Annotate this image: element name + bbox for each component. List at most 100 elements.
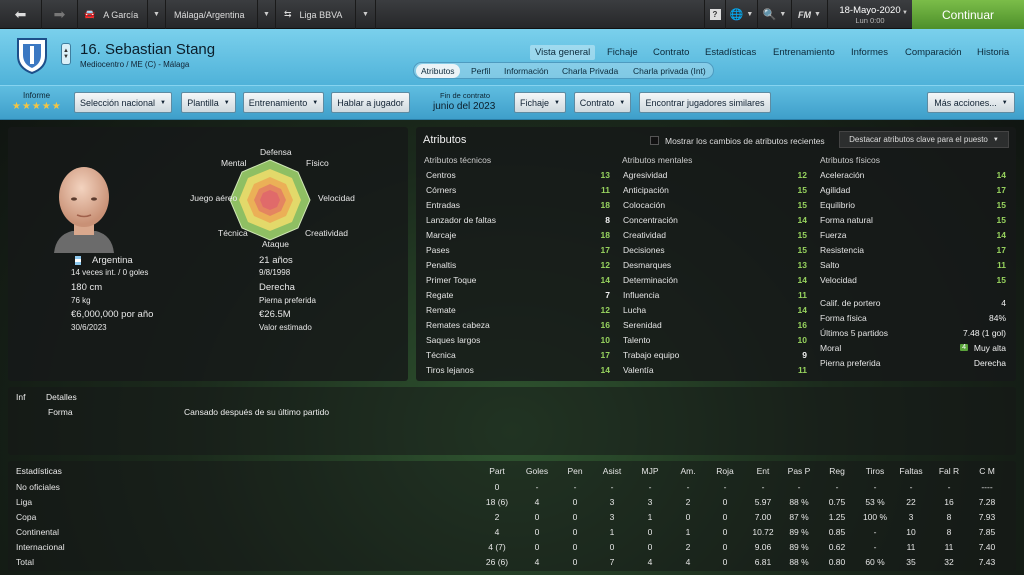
stats-header[interactable]: Tiros [855,466,895,476]
subtab-perfil[interactable]: Perfil [466,64,495,78]
stats-header[interactable]: Fal R [929,466,969,476]
tab-estadisticas[interactable]: Estadísticas [705,47,756,58]
stats-header[interactable]: C M [967,466,1007,476]
show-changes-checkbox[interactable] [650,136,659,145]
attribute-row[interactable]: Concentración 14 [623,212,807,227]
subtab-informacion[interactable]: Información [499,64,553,78]
stats-header[interactable]: Asist [592,466,632,476]
stats-header[interactable]: Pen [555,466,595,476]
tab-informes[interactable]: Informes [851,47,888,58]
attribute-row[interactable]: Influencia 11 [623,287,807,302]
attribute-row[interactable]: Agresividad 12 [623,167,807,182]
club-dropdown[interactable]: ▼ [258,0,276,29]
stats-header[interactable]: Roja [705,466,745,476]
attribute-row[interactable]: Creatividad 15 [623,227,807,242]
stats-header[interactable]: Part [477,466,517,476]
attribute-row[interactable]: Entradas 18 [426,197,610,212]
attribute-row[interactable]: Saques largos 10 [426,332,610,347]
attribute-row[interactable]: Últimos 5 partidos 7.48 (1 gol) [820,325,1006,340]
attribute-row[interactable]: Resistencia 17 [820,242,1006,257]
stats-header[interactable]: Ent [743,466,783,476]
fichaje-button[interactable]: Fichaje ▼ [514,92,566,113]
attribute-row[interactable]: Determinación 14 [623,272,807,287]
attribute-row[interactable]: Valentía 11 [623,362,807,377]
attribute-name: Pases [426,244,450,255]
subtab-charla-privada-int[interactable]: Charla privada (Int) [628,64,711,78]
continue-button[interactable]: Continuar [912,0,1024,29]
hablar-jugador-button[interactable]: Hablar a jugador [331,92,410,113]
attribute-row[interactable]: Fuerza 14 [820,227,1006,242]
plantilla-button[interactable]: Plantilla ▼ [181,92,236,113]
attribute-row[interactable]: Forma natural 15 [820,212,1006,227]
subtab-charla-privada[interactable]: Charla Privada [557,64,623,78]
manager-dropdown[interactable]: ▼ [148,0,166,29]
stats-row[interactable]: Liga 18 (6) 4 0 3 3 2 0 5.97 88 % 0.75 53 % 22 16 7.28 [8,495,1016,510]
attribute-row[interactable]: Desmarques 13 [623,257,807,272]
club-menu[interactable]: Málaga/Argentina [166,0,258,29]
forward-button[interactable]: ➡ [42,0,78,29]
attribute-row[interactable]: Centros 13 [426,167,610,182]
attribute-row[interactable]: Salto 11 [820,257,1006,272]
back-button[interactable]: ⬅ [0,0,42,29]
stats-header[interactable]: Pas P [779,466,819,476]
attribute-row[interactable]: Tiros lejanos 14 [426,362,610,377]
league-dropdown[interactable]: ▼ [356,0,376,29]
player-scroll-stepper[interactable]: ▲ ▼ [61,43,71,65]
date-display[interactable]: 18-Mayo-2020 Lun 0:00 [828,0,912,29]
stats-row[interactable]: Internacional 4 (7) 0 0 0 0 2 0 9.06 89 % 0.62 - 11 1… [8,540,1016,555]
tab-vista-general[interactable]: Vista general [530,45,596,60]
attribute-row[interactable]: Equilibrio 15 [820,197,1006,212]
attribute-row[interactable]: Trabajo equipo 9 [623,347,807,362]
tab-entrenamiento[interactable]: Entrenamiento [773,47,835,58]
attribute-row[interactable]: Calif. de portero 4 [820,295,1006,310]
attribute-row[interactable]: Marcaje 18 [426,227,610,242]
stats-header[interactable]: Faltas [891,466,931,476]
contrato-button[interactable]: Contrato ▼ [574,92,631,113]
attribute-row[interactable]: Anticipación 15 [623,182,807,197]
stats-row[interactable]: Copa 2 0 0 3 1 0 0 7.00 87 % 1.25 100 % 3 8 7.93 [8,510,1016,525]
search-menu[interactable]: 🔍 ▼ [758,0,792,29]
stats-header[interactable]: MJP [630,466,670,476]
attribute-row[interactable]: Serenidad 16 [623,317,807,332]
attribute-row[interactable]: Velocidad 15 [820,272,1006,287]
attribute-row[interactable]: Agilidad 17 [820,182,1006,197]
attribute-row[interactable]: Aceleración 14 [820,167,1006,182]
stats-row[interactable]: No oficiales 0- - - - - - - - - - - - ---- [8,480,1016,495]
attribute-row[interactable]: Talento 10 [623,332,807,347]
attribute-row[interactable]: Lanzador de faltas 8 [426,212,610,227]
tab-comparacion[interactable]: Comparación [905,47,962,58]
highlight-key-attributes-select[interactable]: Destacar atributos clave para el puesto ▼ [839,131,1009,148]
league-menu[interactable]: ⇆ Liga BBVA [276,0,356,29]
globe-menu[interactable]: 🌐 ▼ [726,0,758,29]
attribute-row[interactable]: Colocación 15 [623,197,807,212]
attribute-row[interactable]: Regate 7 [426,287,610,302]
attribute-row[interactable]: Forma física 84% [820,310,1006,325]
attribute-row[interactable]: Pierna preferida Derecha [820,355,1006,370]
subtab-atributos[interactable]: Atributos [416,64,460,78]
help-button[interactable]: ? [704,0,726,29]
seleccion-nacional-button[interactable]: Selección nacional ▼ [74,92,172,113]
attribute-row[interactable]: Técnica 17 [426,347,610,362]
attribute-row[interactable]: Lucha 14 [623,302,807,317]
entrenamiento-button[interactable]: Entrenamiento ▼ [243,92,324,113]
attribute-row[interactable]: Pases 17 [426,242,610,257]
stats-row[interactable]: Continental 4 0 0 1 0 1 0 10.72 89 % 0.85-10 8 7.85 [8,525,1016,540]
encontrar-similares-button[interactable]: Encontrar jugadores similares [639,92,771,113]
attribute-row[interactable]: Remate 12 [426,302,610,317]
mas-acciones-button[interactable]: Más acciones... ▼ [927,92,1015,113]
attribute-row[interactable]: Penaltis 12 [426,257,610,272]
stats-header[interactable]: Am. [668,466,708,476]
attribute-row[interactable]: Córners 11 [426,182,610,197]
tab-fichaje[interactable]: Fichaje [607,47,638,58]
stats-row[interactable]: Total 26 (6) 4 0 7 4 4 0 6.81 88 % 0.80 60 % 35 32 7.4… [8,555,1016,570]
stats-header[interactable]: Reg [817,466,857,476]
fm-menu[interactable]: FM ▼ [792,0,828,29]
attribute-row[interactable]: Remates cabeza 16 [426,317,610,332]
tab-historia[interactable]: Historia [977,47,1009,58]
attribute-row[interactable]: Decisiones 15 [623,242,807,257]
attribute-row[interactable]: Moral Muy alta 4 [820,340,1006,355]
attribute-row[interactable]: Primer Toque 14 [426,272,610,287]
manager-menu[interactable]: 🚘 A García [78,0,148,29]
tab-contrato[interactable]: Contrato [653,47,689,58]
stats-header[interactable]: Goles [517,466,557,476]
